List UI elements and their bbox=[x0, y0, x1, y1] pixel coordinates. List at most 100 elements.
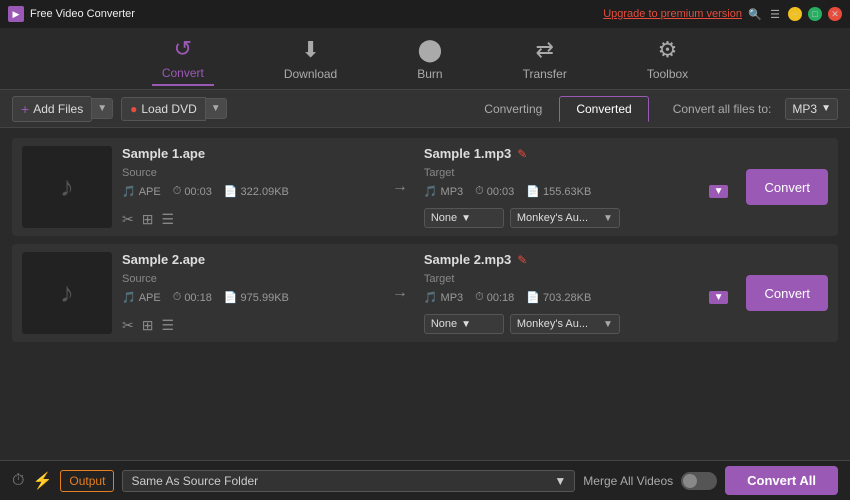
convert-all-button[interactable]: Convert All bbox=[725, 466, 838, 495]
plus-icon: + bbox=[21, 101, 29, 117]
toggle-knob bbox=[683, 474, 697, 488]
crop-icon[interactable]: ⊞ bbox=[142, 211, 154, 228]
source-label: Source bbox=[122, 273, 376, 285]
target-file-icon: 📄 bbox=[526, 185, 540, 198]
settings-icon[interactable]: ☰ bbox=[161, 211, 174, 228]
app-title: Free Video Converter bbox=[30, 8, 135, 20]
tab-converted[interactable]: Converted bbox=[559, 96, 648, 122]
target-format-item: 🎵 MP3 bbox=[424, 185, 463, 198]
load-dvd-button[interactable]: ● Load DVD bbox=[121, 97, 206, 121]
source-filename: Sample 1.ape bbox=[122, 146, 376, 161]
nav-toolbox-label: Toolbox bbox=[647, 67, 688, 81]
source-filename: Sample 2.ape bbox=[122, 252, 376, 267]
nav-transfer-label: Transfer bbox=[523, 67, 567, 81]
nav-toolbox[interactable]: ⚙ Toolbox bbox=[637, 33, 698, 85]
tab-converting[interactable]: Converting bbox=[467, 96, 559, 122]
target-size: 155.63KB bbox=[543, 186, 591, 198]
source-size: 322.09KB bbox=[241, 186, 289, 198]
clock-icon[interactable]: ⏱ bbox=[12, 472, 24, 490]
convert-all-format-value: MP3 bbox=[792, 102, 817, 116]
file-icon: 📄 bbox=[224, 291, 238, 304]
tabs-area: Converting Converted bbox=[467, 96, 648, 122]
source-size-item: 📄 975.99KB bbox=[224, 291, 289, 304]
burn-nav-icon: ⬤ bbox=[418, 37, 443, 63]
target-file-icon: 📄 bbox=[526, 291, 540, 304]
target-clock-icon: ⏱ bbox=[475, 185, 484, 198]
source-format-item: 🎵 APE bbox=[122, 185, 161, 198]
audio-source-select[interactable]: Monkey's Au... ▼ bbox=[510, 314, 620, 334]
upgrade-link[interactable]: Upgrade to premium version bbox=[603, 8, 742, 20]
target-details: 🎵 MP3 ⏱ 00:03 📄 155.63KB ▼ bbox=[424, 185, 729, 198]
audio-source-select[interactable]: Monkey's Au... ▼ bbox=[510, 208, 620, 228]
target-area: Sample 1.mp3 ✎ Target 🎵 MP3 ⏱ 00:03 📄 15… bbox=[424, 146, 729, 228]
cut-icon[interactable]: ✂ bbox=[122, 211, 134, 228]
target-size-item: 📄 703.28KB bbox=[526, 291, 591, 304]
load-dvd-label: Load DVD bbox=[141, 102, 196, 116]
convert-button[interactable]: Convert bbox=[746, 275, 828, 311]
source-duration: 00:03 bbox=[184, 186, 212, 198]
effect-arrow-icon: ▼ bbox=[461, 213, 471, 224]
convert-button[interactable]: Convert bbox=[746, 169, 828, 205]
nav-bar: ↺ Convert ⬇ Download ⬤ Burn ⇄ Transfer ⚙… bbox=[0, 28, 850, 90]
merge-all-label: Merge All Videos bbox=[583, 474, 673, 488]
crop-icon[interactable]: ⊞ bbox=[142, 317, 154, 334]
source-format: APE bbox=[139, 186, 161, 198]
file-actions: ✂ ⊞ ☰ bbox=[122, 317, 376, 334]
target-filename: Sample 1.mp3 bbox=[424, 146, 511, 161]
file-thumbnail: ♪ bbox=[22, 252, 112, 334]
search-icon[interactable]: 🔍 bbox=[748, 7, 762, 21]
load-dvd-dropdown[interactable]: ▼ bbox=[206, 98, 227, 119]
output-path-arrow: ▼ bbox=[554, 474, 566, 488]
nav-burn-label: Burn bbox=[417, 67, 442, 81]
nav-convert[interactable]: ↺ Convert bbox=[152, 32, 214, 86]
effect-arrow-icon: ▼ bbox=[461, 319, 471, 330]
app-icon: ▶ bbox=[8, 6, 24, 22]
target-format: MP3 bbox=[441, 292, 464, 304]
add-files-button[interactable]: + Add Files bbox=[12, 96, 92, 122]
convert-nav-icon: ↺ bbox=[174, 36, 192, 62]
source-duration-item: ⏱ 00:03 bbox=[173, 185, 212, 198]
maximize-button[interactable]: □ bbox=[808, 7, 822, 21]
target-size-item: 📄 155.63KB bbox=[526, 185, 591, 198]
effect-select[interactable]: None ▼ bbox=[424, 314, 504, 334]
target-format-icon: 🎵 bbox=[424, 185, 438, 198]
effect-select[interactable]: None ▼ bbox=[424, 208, 504, 228]
minimize-button[interactable]: − bbox=[788, 7, 802, 21]
add-files-label: Add Files bbox=[33, 102, 83, 116]
format-dropdown-arrow: ▼ bbox=[821, 103, 831, 114]
title-bar-right: Upgrade to premium version 🔍 ☰ − □ ✕ bbox=[603, 7, 842, 21]
source-format: APE bbox=[139, 292, 161, 304]
transfer-nav-icon: ⇄ bbox=[535, 37, 553, 63]
output-path[interactable]: Same As Source Folder ▼ bbox=[122, 470, 575, 492]
cut-icon[interactable]: ✂ bbox=[122, 317, 134, 334]
audio-source-arrow-icon: ▼ bbox=[603, 319, 613, 330]
target-filename: Sample 2.mp3 bbox=[424, 252, 511, 267]
audio-source-value: Monkey's Au... bbox=[517, 212, 588, 224]
target-label: Target bbox=[424, 273, 729, 285]
convert-all-format-select[interactable]: MP3 ▼ bbox=[785, 98, 838, 120]
source-details: 🎵 APE ⏱ 00:18 📄 975.99KB bbox=[122, 291, 376, 304]
nav-burn[interactable]: ⬤ Burn bbox=[407, 33, 452, 85]
merge-toggle[interactable] bbox=[681, 472, 717, 490]
nav-transfer[interactable]: ⇄ Transfer bbox=[513, 33, 577, 85]
toolbar: + Add Files ▼ ● Load DVD ▼ Converting Co… bbox=[0, 90, 850, 128]
clock-icon: ⏱ bbox=[173, 185, 182, 198]
settings-icon[interactable]: ☰ bbox=[161, 317, 174, 334]
target-name-row: Sample 2.mp3 ✎ bbox=[424, 252, 729, 267]
add-files-group: + Add Files ▼ bbox=[12, 96, 113, 122]
edit-icon[interactable]: ✎ bbox=[517, 147, 527, 161]
add-files-dropdown[interactable]: ▼ bbox=[92, 98, 113, 119]
close-button[interactable]: ✕ bbox=[828, 7, 842, 21]
file-info: Sample 1.ape Source 🎵 APE ⏱ 00:03 📄 322.… bbox=[122, 146, 376, 228]
bottom-bar: ⏱ ⚡ Output Same As Source Folder ▼ Merge… bbox=[0, 460, 850, 500]
target-format-dropdown[interactable]: ▼ bbox=[709, 291, 729, 304]
file-icon: 📄 bbox=[224, 185, 238, 198]
output-button[interactable]: Output bbox=[60, 470, 114, 492]
target-format-icon: 🎵 bbox=[424, 291, 438, 304]
edit-icon[interactable]: ✎ bbox=[517, 253, 527, 267]
bolt-icon[interactable]: ⚡ bbox=[32, 471, 52, 491]
load-dvd-group: ● Load DVD ▼ bbox=[121, 97, 227, 121]
menu-icon[interactable]: ☰ bbox=[768, 7, 782, 21]
nav-download[interactable]: ⬇ Download bbox=[274, 33, 347, 85]
target-format-dropdown[interactable]: ▼ bbox=[709, 185, 729, 198]
